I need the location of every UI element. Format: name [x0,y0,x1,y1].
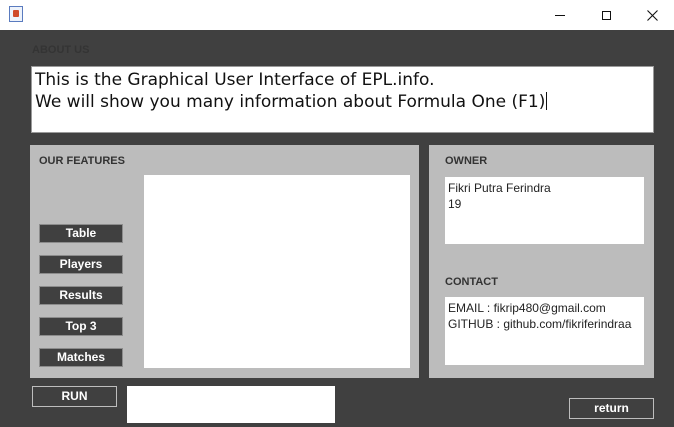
title-bar [0,0,674,30]
minimize-button[interactable] [537,0,583,30]
about-text-area[interactable]: This is the Graphical User Interface of … [31,66,654,133]
about-line-2: We will show you many information about … [35,91,650,113]
table-button[interactable]: Table [39,224,123,243]
contact-github: GITHUB : github.com/fikriferindraa [448,317,632,331]
about-us-label: ABOUT US [32,44,90,56]
contact-email: EMAIL : fikrip480@gmail.com [448,301,606,315]
matches-button[interactable]: Matches [39,348,123,367]
owner-age: 19 [448,197,462,211]
return-button[interactable]: return [569,398,654,419]
results-button[interactable]: Results [39,286,123,305]
owner-contact-panel: OWNER Fikri Putra Ferindra 19 CONTACT EM… [429,145,654,378]
top-3-button[interactable]: Top 3 [39,317,123,336]
about-line-1: This is the Graphical User Interface of … [35,70,435,90]
run-button[interactable]: RUN [32,386,117,407]
maximize-button[interactable] [583,0,629,30]
features-panel: OUR FEATURES Table Players Results Top 3… [30,145,419,378]
run-input-field[interactable] [127,386,335,423]
about-line-2-text: We will show you many information about … [35,92,546,112]
close-icon [646,9,658,21]
contact-label: CONTACT [445,276,498,288]
owner-name: Fikri Putra Ferindra [448,181,551,195]
minimize-icon [555,14,565,16]
feature-output-area[interactable] [144,175,410,368]
owner-text-area[interactable]: Fikri Putra Ferindra 19 [445,177,644,244]
owner-label: OWNER [445,155,488,167]
features-label: OUR FEATURES [39,155,125,167]
text-caret [546,92,548,110]
maximize-icon [601,10,611,20]
contact-text-area[interactable]: EMAIL : fikrip480@gmail.com GITHUB : git… [445,297,644,365]
close-button[interactable] [629,0,674,30]
java-app-icon [9,6,23,22]
players-button[interactable]: Players [39,255,123,274]
